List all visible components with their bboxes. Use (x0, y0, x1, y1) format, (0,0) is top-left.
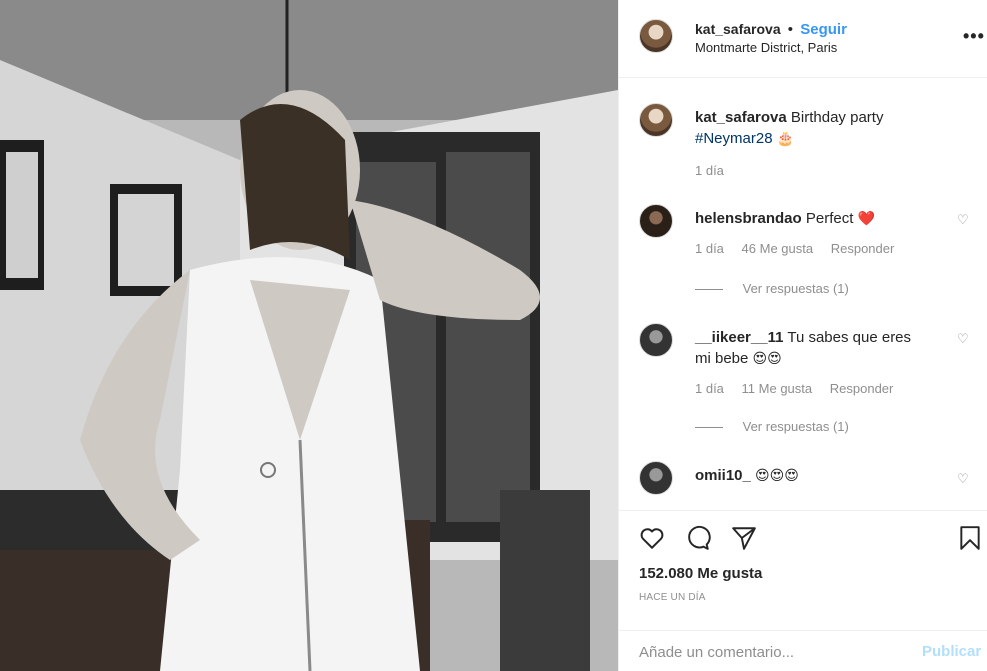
commenter-username[interactable]: omii10_ (695, 467, 751, 484)
view-replies-button[interactable]: Ver respuestas (1) (695, 281, 849, 296)
commenter-username[interactable]: __iikeer__11 (695, 329, 783, 346)
commenter-avatar[interactable] (639, 461, 673, 495)
author-avatar[interactable] (639, 19, 673, 53)
comment-input[interactable] (639, 641, 899, 663)
comment-likes[interactable]: 11 Me gusta (742, 381, 813, 396)
comment-time[interactable]: 1 día (695, 241, 724, 256)
comment-meta: 1 día 46 Me gusta Responder (695, 241, 908, 256)
post-actions: 152.080 Me gusta HACE UN DÍA (619, 510, 987, 630)
comment-text: omii10_ 😍😍😍 (695, 465, 921, 487)
replies-divider (695, 427, 723, 429)
comment-body: Perfect (805, 210, 854, 227)
separator-dot: • (787, 21, 794, 38)
author-line: kat_safarova • Seguir (695, 21, 847, 38)
post-header: kat_safarova • Seguir Montmarte District… (619, 0, 987, 78)
commenter-username[interactable]: helensbrandao (695, 210, 802, 227)
view-replies-label[interactable]: Ver respuestas (1) (743, 281, 849, 296)
follow-button[interactable]: Seguir (800, 21, 847, 38)
comment-like-icon[interactable]: ♡ (957, 471, 969, 487)
comment-icon[interactable] (685, 525, 711, 551)
view-replies-label[interactable]: Ver respuestas (1) (743, 419, 849, 434)
more-options-icon[interactable]: ••• (963, 26, 985, 47)
commenter-avatar[interactable] (639, 204, 673, 238)
comment-meta: 1 día 11 Me gusta Responder (695, 381, 907, 396)
post-details-panel: kat_safarova • Seguir Montmarte District… (618, 0, 987, 671)
likes-count[interactable]: 152.080 Me gusta (639, 565, 762, 582)
reply-button[interactable]: Responder (831, 241, 895, 256)
post-location[interactable]: Montmarte District, Paris (695, 40, 837, 55)
comment-time[interactable]: 1 día (695, 381, 724, 396)
caption-body: Birthday party (790, 109, 884, 126)
heart-eyes-emoji: 😍😍 (752, 351, 782, 367)
post-photo[interactable] (0, 0, 618, 671)
photo-scene (0, 0, 618, 671)
heart-icon[interactable] (639, 525, 665, 551)
comments-list[interactable]: kat_safarova Birthday party #Neymar28 🎂 … (619, 79, 987, 510)
publish-button[interactable]: Publicar (922, 643, 981, 660)
comment-likes[interactable]: 46 Me gusta (742, 241, 814, 256)
heart-eyes-emoji: 😍😍😍 (755, 468, 799, 484)
add-comment-bar: Publicar (619, 630, 987, 671)
caption-username[interactable]: kat_safarova (695, 109, 787, 126)
comment-like-icon[interactable]: ♡ (957, 331, 969, 347)
send-icon[interactable] (731, 525, 757, 551)
post-timestamp[interactable]: HACE UN DÍA (639, 592, 706, 603)
caption-meta: 1 día (695, 163, 738, 178)
reply-button[interactable]: Responder (830, 381, 894, 396)
caption-text: kat_safarova Birthday party #Neymar28 🎂 (695, 107, 921, 150)
comment-text: helensbrandao Perfect ❤️ (695, 208, 921, 230)
caption-hashtag[interactable]: #Neymar28 (695, 130, 773, 147)
bookmark-icon[interactable] (957, 525, 983, 551)
comment-like-icon[interactable]: ♡ (957, 212, 969, 228)
cake-emoji: 🎂 (776, 131, 795, 147)
author-username[interactable]: kat_safarova (695, 21, 781, 37)
replies-divider (695, 289, 723, 291)
heart-emoji: ❤️ (857, 211, 876, 227)
view-replies-button[interactable]: Ver respuestas (1) (695, 419, 849, 434)
commenter-avatar[interactable] (639, 323, 673, 357)
caption-time[interactable]: 1 día (695, 163, 724, 178)
caption-avatar[interactable] (639, 103, 673, 137)
comment-text: __iikeer__11 Tu sabes que eres mi bebe 😍… (695, 327, 921, 370)
